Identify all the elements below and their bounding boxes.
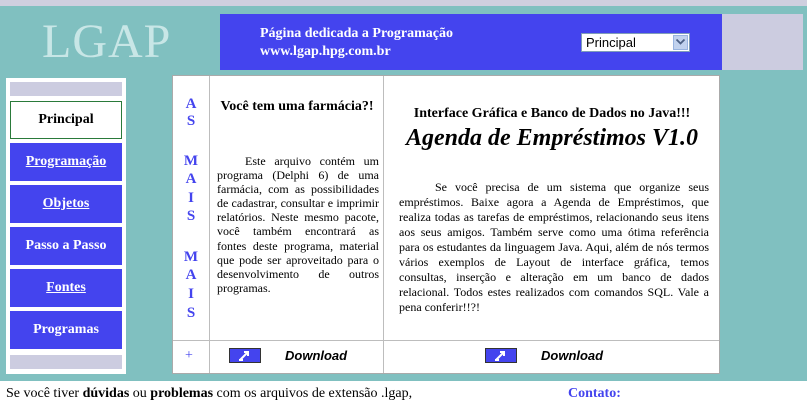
sidebar-item-programas[interactable]: Programas [10, 311, 122, 349]
column-divider [383, 76, 384, 373]
header-side-block [722, 14, 803, 70]
column-divider [209, 76, 210, 373]
right-article-body: Se você precisa de um sistema que organi… [399, 180, 709, 314]
right-article-subtitle: Agenda de Empréstimos V1.0 [405, 125, 699, 151]
site-logo: LGAP [42, 15, 172, 68]
footer-text: com os arquivos de extensão .lgap, [213, 386, 416, 401]
vertical-label-letter: M [183, 153, 199, 169]
right-download-link[interactable]: Download [541, 348, 603, 363]
sidebar-item-label: Principal [38, 112, 94, 127]
download-icon[interactable] [485, 348, 517, 363]
site-tagline: Página dedicada a Programação [260, 26, 454, 41]
sidebar-item-label: Fontes [46, 280, 86, 295]
vertical-label-letter: I [188, 286, 194, 302]
section-select-value: Principal [586, 35, 636, 50]
chevron-down-icon[interactable] [673, 35, 688, 50]
sidebar-item-label: Programação [25, 154, 107, 169]
sidebar-item-passo-a-passo[interactable]: Passo a Passo [10, 227, 122, 265]
sidebar-item-programacao[interactable]: Programação [10, 143, 122, 181]
sidebar-item-label: Programas [33, 322, 99, 337]
sidebar-item-principal[interactable]: Principal [10, 101, 122, 139]
help-link[interactable]: clique aqui [416, 386, 478, 401]
content-panel: A S M A I S M A I S + Você tem uma farmá… [172, 75, 720, 374]
vertical-label-letter: A [185, 171, 197, 187]
sidebar-item-objetos[interactable]: Objetos [10, 185, 122, 223]
footer-text: ou [129, 386, 151, 401]
curriculum-link[interactable]: Curriculum [624, 386, 696, 401]
vertical-label-letter: S [186, 305, 196, 321]
footer-bold-text: problemas [150, 386, 214, 401]
sidebar-bottom-bar [10, 355, 122, 369]
vertical-label-letter: M [183, 249, 199, 265]
left-article-body: Este arquivo contém um programa (Delphi … [217, 154, 379, 295]
sidebar-top-bar [10, 82, 122, 96]
vertical-label-letter: I [188, 190, 194, 206]
left-download-link[interactable]: Download [285, 348, 347, 363]
plus-symbol: + [185, 348, 193, 363]
site-url: www.lgap.hpg.com.br [260, 44, 391, 59]
footer-bold-text: dúvidas [82, 386, 130, 401]
vertical-label-letter: S [186, 208, 196, 224]
contact-section: Contato: Curriculum [568, 386, 696, 402]
footer-text: Se você tiver [6, 386, 83, 401]
contact-label: Contato: [568, 386, 621, 401]
download-icon[interactable] [229, 348, 261, 363]
right-article-title: Interface Gráfica e Banco de Dados no Ja… [413, 106, 691, 121]
sidebar-item-label: Objetos [42, 196, 90, 211]
sidebar-item-label: Passo a Passo [25, 238, 107, 253]
vertical-label-letter: S [186, 113, 196, 129]
footer-help-text: Se você tiver dúvidas ou problemas com o… [6, 386, 477, 402]
section-select[interactable]: Principal [581, 33, 690, 52]
row-divider [173, 340, 719, 341]
sidebar: Principal Programação Objetos Passo a Pa… [6, 78, 126, 374]
sidebar-item-fontes[interactable]: Fontes [10, 269, 122, 307]
left-article-title: Você tem uma farmácia?! [220, 99, 374, 114]
vertical-label-letter: A [185, 267, 197, 283]
